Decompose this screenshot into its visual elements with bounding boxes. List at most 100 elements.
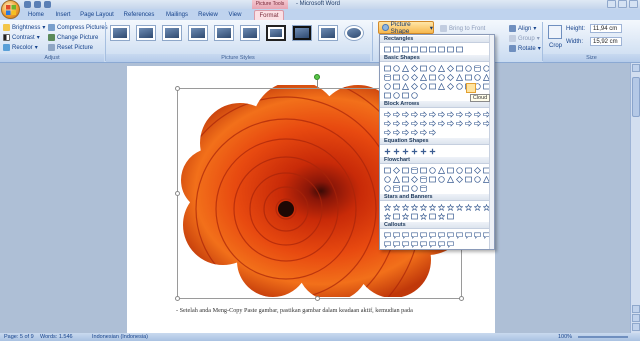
status-zoom[interactable]: 100% [558, 333, 572, 341]
change-picture-button[interactable]: Change Picture [48, 33, 98, 42]
shape-option[interactable] [455, 231, 463, 239]
shape-option[interactable] [455, 110, 463, 118]
shape-option[interactable] [419, 82, 427, 90]
shape-option[interactable] [383, 175, 391, 183]
rotation-handle[interactable] [314, 74, 320, 80]
shape-option[interactable] [437, 166, 445, 174]
shape-option[interactable] [410, 82, 418, 90]
shape-option[interactable] [419, 119, 427, 127]
shape-option[interactable] [410, 128, 418, 136]
shape-option[interactable] [410, 184, 418, 192]
shape-option[interactable] [473, 166, 481, 174]
shape-option[interactable] [428, 231, 436, 239]
shape-option[interactable] [428, 147, 436, 155]
shape-option[interactable] [428, 64, 436, 72]
maximize-icon[interactable] [618, 0, 627, 8]
shape-option[interactable] [410, 175, 418, 183]
shape-option[interactable] [410, 203, 418, 211]
picture-style-thumbnail[interactable] [292, 25, 312, 41]
shape-option[interactable] [428, 166, 436, 174]
shape-option[interactable] [473, 64, 481, 72]
shape-option[interactable] [419, 240, 427, 248]
shape-option[interactable] [401, 240, 409, 248]
office-button[interactable] [1, 0, 20, 19]
height-field[interactable]: 11,94 cm [590, 24, 622, 33]
shape-option[interactable] [392, 64, 400, 72]
shape-option[interactable] [437, 119, 445, 127]
picture-style-thumbnail[interactable] [188, 25, 208, 41]
tab-view[interactable]: View [225, 10, 245, 20]
reset-picture-button[interactable]: Reset Picture [48, 43, 93, 52]
crop-label[interactable]: Crop [549, 41, 562, 50]
align-button[interactable]: Align ▾ [509, 24, 536, 33]
shape-option[interactable] [437, 203, 445, 211]
shape-option[interactable] [473, 110, 481, 118]
resize-handle[interactable] [175, 86, 180, 91]
shape-option[interactable] [392, 240, 400, 248]
shape-option[interactable] [401, 175, 409, 183]
shape-option[interactable] [401, 166, 409, 174]
shape-option[interactable] [473, 231, 481, 239]
shape-option[interactable] [464, 119, 472, 127]
shape-option[interactable] [464, 110, 472, 118]
shape-option[interactable] [392, 119, 400, 127]
resize-handle[interactable] [175, 191, 180, 196]
shape-option[interactable] [392, 203, 400, 211]
scroll-up-icon[interactable] [632, 64, 640, 72]
shape-option[interactable] [464, 203, 472, 211]
shape-option[interactable] [428, 110, 436, 118]
tab-mailings[interactable]: Mailings [162, 10, 192, 20]
shape-option[interactable] [455, 203, 463, 211]
shape-option[interactable] [419, 64, 427, 72]
zoom-slider[interactable] [578, 336, 628, 338]
shape-option[interactable] [419, 166, 427, 174]
shape-option[interactable] [392, 212, 400, 220]
minimize-icon[interactable] [607, 0, 616, 8]
shape-option[interactable] [410, 91, 418, 99]
shape-option[interactable] [383, 231, 391, 239]
shape-option[interactable] [383, 212, 391, 220]
shape-option[interactable] [401, 110, 409, 118]
save-icon[interactable] [24, 1, 31, 8]
shape-option[interactable] [446, 240, 454, 248]
shape-option[interactable] [401, 128, 409, 136]
shape-option[interactable] [392, 110, 400, 118]
shape-option[interactable] [437, 231, 445, 239]
shape-option[interactable] [410, 212, 418, 220]
status-page[interactable]: Page: 5 of 9 [4, 333, 34, 341]
tab-page-layout[interactable]: Page Layout [78, 10, 116, 20]
redo-icon[interactable] [44, 1, 51, 8]
shape-option[interactable] [383, 147, 391, 155]
shape-option[interactable] [383, 128, 391, 136]
shape-option[interactable] [383, 184, 391, 192]
shape-option[interactable] [392, 128, 400, 136]
shape-option[interactable] [383, 91, 391, 99]
shape-option[interactable] [446, 45, 454, 53]
shape-option[interactable] [383, 110, 391, 118]
vertical-scrollbar[interactable] [630, 63, 640, 333]
shape-option[interactable] [392, 184, 400, 192]
shape-option[interactable] [437, 64, 445, 72]
shape-option[interactable] [428, 128, 436, 136]
shape-option[interactable] [392, 175, 400, 183]
shape-option[interactable] [455, 64, 463, 72]
picture-style-thumbnail[interactable] [214, 25, 234, 41]
picture-style-thumbnail[interactable] [136, 25, 156, 41]
shape-option[interactable] [419, 203, 427, 211]
shape-option[interactable] [455, 73, 463, 81]
shape-option[interactable] [437, 82, 445, 90]
gallery-scrollbar[interactable] [489, 35, 494, 249]
shape-option[interactable] [410, 45, 418, 53]
shape-option[interactable] [455, 175, 463, 183]
shape-option[interactable] [428, 73, 436, 81]
width-field[interactable]: 15,92 cm [590, 37, 622, 46]
shape-option[interactable] [410, 147, 418, 155]
shape-option[interactable] [437, 73, 445, 81]
shape-option[interactable] [410, 166, 418, 174]
shape-option[interactable] [419, 184, 427, 192]
shape-option[interactable] [401, 82, 409, 90]
shape-option[interactable] [428, 175, 436, 183]
shape-option[interactable] [383, 240, 391, 248]
scroll-thumb[interactable] [632, 77, 640, 117]
cloud-shape-highlight[interactable] [466, 83, 476, 93]
